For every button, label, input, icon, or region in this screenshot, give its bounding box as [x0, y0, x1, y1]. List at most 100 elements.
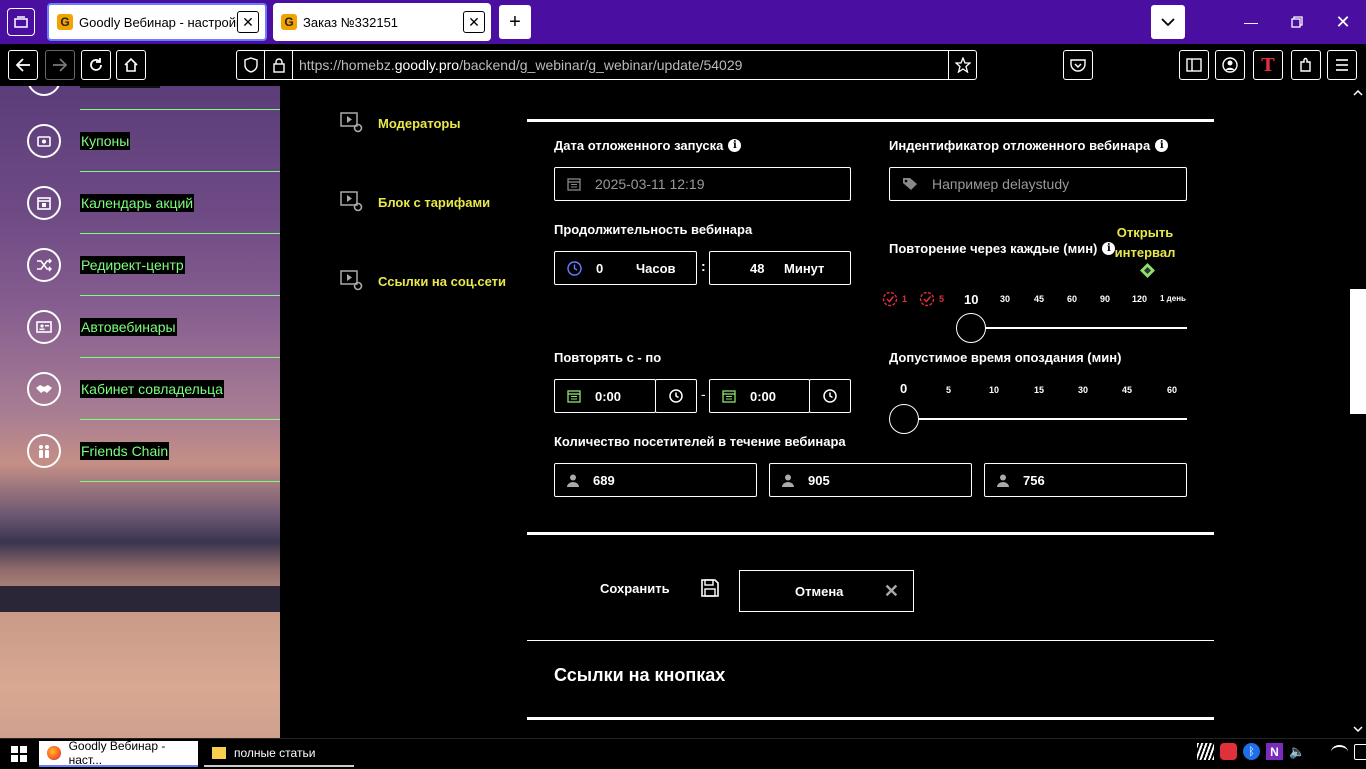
tab-overview-button[interactable] — [7, 8, 35, 36]
sunset-water — [0, 612, 280, 738]
duration-minutes-field[interactable]: 48 Минут — [709, 251, 851, 285]
repeat-slider-handle[interactable] — [956, 313, 986, 343]
repeat-tick-90[interactable]: 90 — [1100, 294, 1110, 304]
repeat-tick-30[interactable]: 30 — [1000, 294, 1010, 304]
duration-hours-field[interactable]: 0 Часов — [554, 251, 697, 285]
extensions-button[interactable] — [1291, 50, 1321, 80]
shield-icon[interactable] — [237, 51, 265, 79]
visitors-value: 905 — [808, 472, 830, 488]
scrollbar-thumb[interactable] — [1350, 289, 1366, 414]
late-tick-45[interactable]: 45 — [1122, 385, 1132, 395]
taskbar-task-firefox[interactable]: Goodly Вебинар - наст... — [39, 739, 198, 767]
restore-button[interactable] — [1274, 0, 1320, 44]
red-check-clock-icon — [882, 291, 898, 307]
repeat-tick-1day[interactable]: 1 день — [1160, 294, 1186, 303]
menu-item-social-links[interactable]: Ссылки на соц.сети — [340, 270, 506, 292]
url-bar[interactable]: https://homebz.goodly.pro/backend/g_webi… — [236, 50, 977, 80]
home-button[interactable] — [116, 50, 146, 80]
delayed-start-value: 2025-03-11 12:19 — [595, 176, 705, 192]
bookmark-star-icon[interactable] — [948, 51, 976, 79]
back-button[interactable] — [8, 50, 38, 80]
clock-icon — [567, 260, 582, 276]
url-prefix: https://homebz. — [299, 57, 395, 73]
volume-icon[interactable]: 🔈 — [1289, 744, 1305, 760]
sidebar-top-partial-item[interactable] — [27, 86, 61, 96]
start-button[interactable] — [0, 739, 38, 769]
late-tick-5[interactable]: 5 — [946, 385, 951, 395]
sidebar-item-friends-chain[interactable]: Friends Chain — [0, 420, 280, 482]
taskbar-task-folder[interactable]: полные статьи — [204, 741, 354, 767]
scroll-up-icon[interactable] — [1353, 90, 1363, 96]
tray-n-icon[interactable]: N — [1266, 743, 1283, 760]
forward-button[interactable] — [45, 50, 75, 80]
visitors-field-2[interactable]: 905 — [769, 463, 972, 497]
repeat-from-clock-button[interactable] — [655, 379, 697, 413]
visitors-field-1[interactable]: 689 — [554, 463, 757, 497]
pocket-button[interactable] — [1063, 50, 1093, 80]
minimize-button[interactable]: — — [1228, 0, 1274, 44]
list-all-tabs-button[interactable] — [1151, 5, 1185, 39]
tray-app-icon[interactable] — [1197, 743, 1214, 760]
repeat-badge-1[interactable]: 1 — [882, 291, 907, 307]
reader-view-button[interactable] — [1179, 50, 1209, 80]
open-interval-link[interactable]: Открыть интервал — [1110, 223, 1180, 263]
sidebar-item-coupons[interactable]: Купоны — [0, 110, 280, 172]
sidebar-item-redirect-center[interactable]: Редирект-центр — [0, 234, 280, 296]
account-button[interactable] — [1215, 50, 1245, 80]
late-tick-0[interactable]: 0 — [900, 381, 907, 396]
late-slider-track[interactable] — [904, 418, 1187, 420]
info-icon[interactable]: i — [1155, 139, 1169, 152]
sidebar-item-coowner-cabinet[interactable]: Кабинет совладельца — [0, 358, 280, 420]
repeat-badge-5[interactable]: 5 — [919, 291, 944, 307]
section-divider — [527, 717, 1214, 720]
expand-diamond-icon[interactable] — [1140, 263, 1155, 278]
scroll-down-icon[interactable] — [1353, 726, 1363, 732]
repeat-slider-track[interactable] — [970, 327, 1187, 329]
late-tick-15[interactable]: 15 — [1034, 385, 1044, 395]
video-settings-icon — [340, 191, 363, 212]
video-settings-icon — [340, 270, 363, 291]
reload-button[interactable] — [81, 50, 111, 80]
extension-t-button[interactable]: T — [1253, 50, 1283, 80]
section-divider — [527, 532, 1214, 535]
bluetooth-icon[interactable]: ᛒ — [1243, 743, 1260, 760]
info-icon[interactable]: i — [728, 139, 742, 152]
repeat-tick-120[interactable]: 120 — [1132, 294, 1147, 304]
navigation-bar: https://homebz.goodly.pro/backend/g_webi… — [0, 44, 1366, 86]
tab-order[interactable]: G Заказ №332151 ✕ — [273, 3, 491, 41]
menu-item-moderators[interactable]: Модераторы — [340, 112, 460, 134]
windows-logo-icon — [11, 746, 27, 762]
close-window-button[interactable]: ✕ — [1320, 0, 1366, 44]
cancel-button[interactable]: Отмена ✕ — [739, 570, 914, 612]
new-tab-button[interactable]: + — [499, 5, 531, 39]
repeat-tick-60[interactable]: 60 — [1067, 294, 1077, 304]
battery-icon[interactable] — [1354, 743, 1366, 760]
late-tick-10[interactable]: 10 — [989, 385, 999, 395]
visitors-field-3[interactable]: 756 — [984, 463, 1187, 497]
tab-goodly-webinar[interactable]: G Goodly Вебинар - настройка ✕ — [47, 3, 267, 41]
menu-item-tariffs-block[interactable]: Блок с тарифами — [340, 191, 490, 213]
late-tick-60[interactable]: 60 — [1167, 385, 1177, 395]
sidebar-item-autowebinars[interactable]: Автовебинары — [0, 296, 280, 358]
late-slider-handle[interactable] — [889, 404, 919, 434]
late-tick-30[interactable]: 30 — [1078, 385, 1088, 395]
lock-icon[interactable] — [265, 51, 293, 79]
tray-vivaldi-icon[interactable] — [1220, 743, 1237, 760]
calendar-icon — [27, 186, 61, 220]
repeat-to-clock-button[interactable] — [809, 379, 851, 413]
delayed-id-field[interactable]: Например delaystudy — [889, 167, 1187, 201]
repeat-tick-10[interactable]: 10 — [964, 292, 978, 307]
menu-button[interactable] — [1327, 50, 1357, 80]
close-tab-icon[interactable]: ✕ — [237, 11, 259, 33]
sidebar-item-promo-calendar[interactable]: Календарь акций — [0, 172, 280, 234]
repeat-to-field[interactable]: 0:00 — [709, 379, 810, 413]
repeat-tick-45[interactable]: 45 — [1034, 294, 1044, 304]
close-tab-icon[interactable]: ✕ — [463, 11, 485, 33]
wifi-icon[interactable] — [1331, 744, 1349, 759]
taskbar-task-label: полные статьи — [234, 746, 316, 760]
page-scrollbar[interactable] — [1350, 86, 1366, 738]
delayed-start-field[interactable]: 2025-03-11 12:19 — [554, 167, 851, 201]
save-button[interactable]: Сохранить — [600, 579, 719, 597]
duration-minutes-unit: Минут — [784, 260, 825, 276]
repeat-from-field[interactable]: 0:00 — [554, 379, 656, 413]
